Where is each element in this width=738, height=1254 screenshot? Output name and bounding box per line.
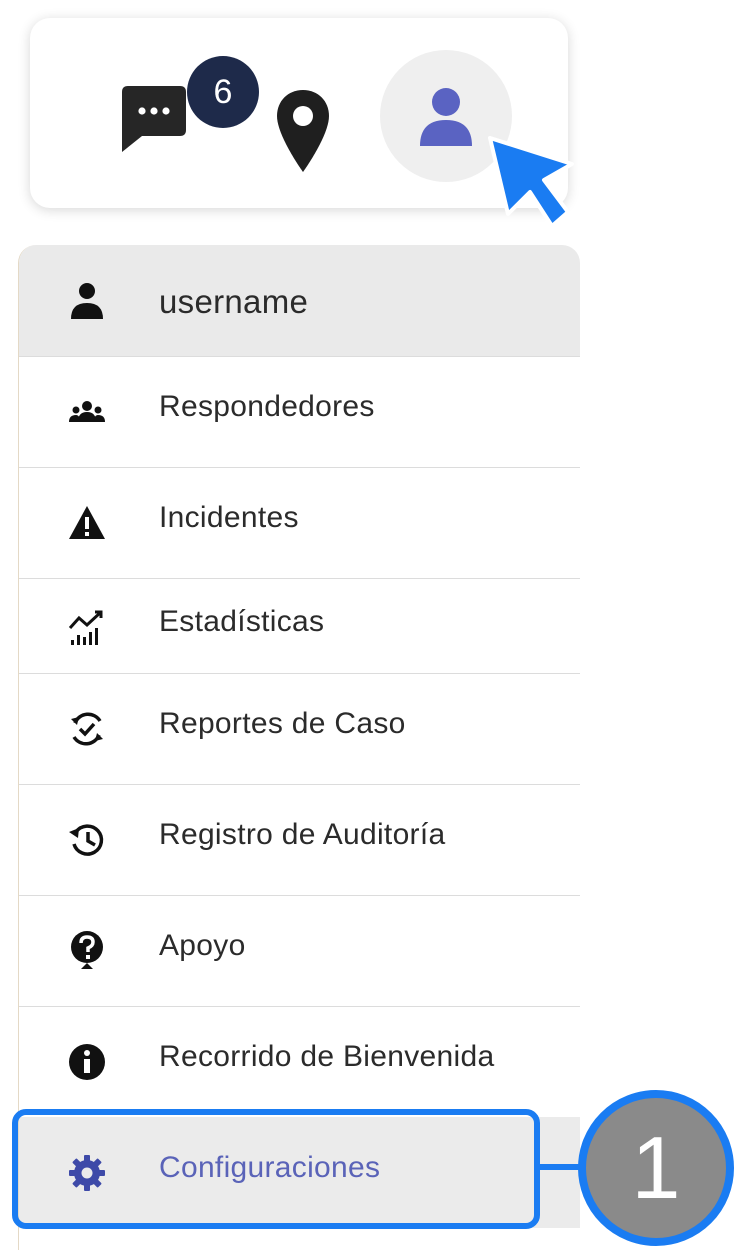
menu-label: Respondedores	[159, 390, 375, 423]
chat-button[interactable]	[118, 84, 190, 156]
user-icon	[420, 88, 472, 146]
menu-label: Estadísticas	[159, 605, 325, 638]
menu-item-incidentes[interactable]: Incidentes	[19, 467, 580, 579]
users-icon	[67, 392, 107, 432]
location-button[interactable]	[274, 88, 332, 176]
menu-item-reportes-de-caso[interactable]: Reportes de Caso	[19, 673, 580, 785]
history-icon	[67, 820, 107, 860]
username-label: username	[159, 283, 309, 320]
chart-icon	[67, 608, 107, 648]
user-icon	[67, 281, 107, 321]
menu-label: Registro de Auditoría	[159, 818, 446, 851]
menu-label: Reportes de Caso	[159, 707, 406, 740]
menu-username-row: username	[19, 245, 580, 357]
screen: 6 username Respondedores Incidentes Esta…	[0, 0, 738, 1254]
case-report-icon	[67, 709, 107, 749]
menu-item-recorrido-de-bienvenida[interactable]: Recorrido de Bienvenida	[19, 1006, 580, 1118]
info-icon	[67, 1042, 107, 1082]
mouse-cursor-icon	[488, 136, 574, 228]
notification-badge: 6	[187, 56, 259, 128]
menu-item-respondedores[interactable]: Respondedores	[19, 356, 580, 468]
user-dropdown-menu: username Respondedores Incidentes Estadí…	[18, 245, 580, 1250]
gear-icon	[67, 1153, 107, 1193]
menu-item-configuraciones[interactable]: Configuraciones	[19, 1117, 580, 1228]
menu-item-registro-de-auditoria[interactable]: Registro de Auditoría	[19, 784, 580, 896]
map-pin-icon	[277, 90, 329, 172]
menu-label: Recorrido de Bienvenida	[159, 1040, 495, 1073]
menu-label: Configuraciones	[159, 1151, 381, 1184]
menu-label: Apoyo	[159, 929, 246, 962]
menu-label: Incidentes	[159, 501, 299, 534]
warning-icon	[67, 503, 107, 543]
menu-item-apoyo[interactable]: Apoyo	[19, 895, 580, 1007]
menu-item-estadisticas[interactable]: Estadísticas	[19, 578, 580, 674]
step-number-badge: 1	[578, 1090, 734, 1246]
question-icon	[67, 929, 107, 969]
chat-icon	[122, 86, 186, 152]
